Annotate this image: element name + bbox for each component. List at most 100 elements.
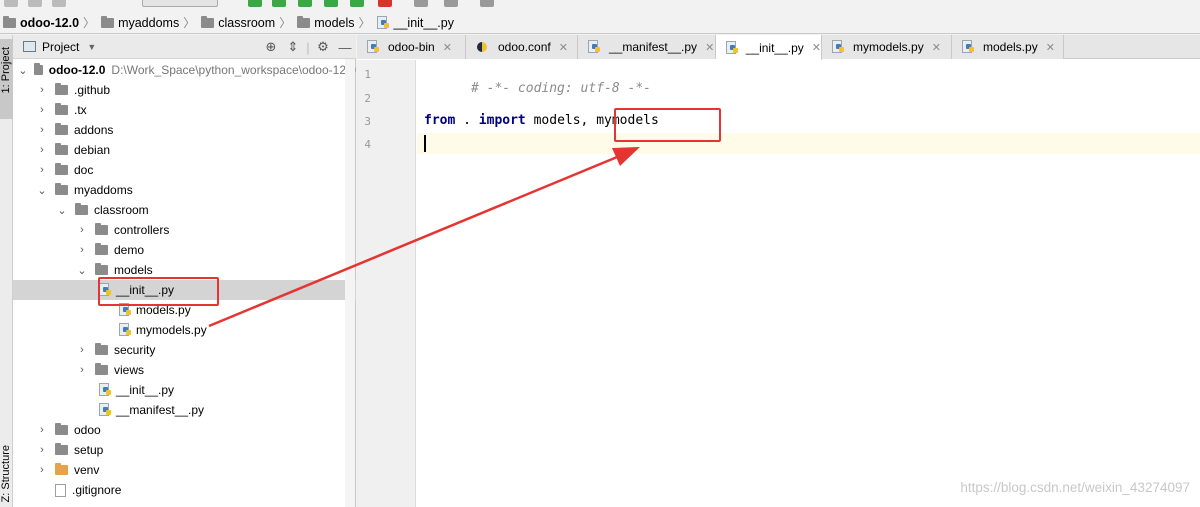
chevron-right-icon[interactable]: › <box>75 364 89 376</box>
chevron-down-icon[interactable]: ⌄ <box>75 264 89 277</box>
editor-tab-bar: odoo-bin ✕ odoo.conf ✕ __manifest__.py ✕… <box>357 35 1200 60</box>
folder-icon <box>55 83 68 95</box>
folder-icon <box>3 15 16 28</box>
toolbar-button[interactable] <box>4 0 18 7</box>
tab-odoo-conf[interactable]: odoo.conf ✕ <box>466 35 578 59</box>
chevron-right-icon[interactable]: › <box>35 124 49 136</box>
tab-init[interactable]: __init__.py ✕ <box>716 35 822 60</box>
breadcrumb: odoo-12.0 〉 myaddoms 〉 classroom 〉 model… <box>0 12 1200 34</box>
run-icon[interactable] <box>248 0 262 7</box>
build-icon[interactable] <box>414 0 428 7</box>
chevron-right-icon[interactable]: › <box>35 164 49 176</box>
folder-icon <box>33 63 43 75</box>
toolbar-button[interactable] <box>52 0 66 7</box>
tree-item[interactable]: ⌄ classroom <box>13 200 356 220</box>
collapse-all-icon[interactable]: ⇕ <box>282 39 304 55</box>
keyword-from: from <box>424 113 456 128</box>
tree-item-root[interactable]: ⌄ odoo-12.0 D:\Work_Space\python_workspa… <box>13 60 356 80</box>
tree-item[interactable]: › controllers <box>13 220 356 240</box>
debug-icon[interactable] <box>272 0 286 7</box>
close-icon[interactable]: ✕ <box>812 41 821 54</box>
tab-manifest[interactable]: __manifest__.py ✕ <box>578 35 716 59</box>
chevron-down-icon[interactable]: ⌄ <box>35 184 49 197</box>
python-file-icon <box>726 40 738 55</box>
text-caret <box>424 135 426 152</box>
tree-item[interactable]: ⌄ myaddoms <box>13 180 356 200</box>
breadcrumb-item[interactable]: classroom 〉 <box>201 14 297 31</box>
tree-item[interactable]: › .tx <box>13 100 356 120</box>
chevron-right-icon[interactable]: › <box>35 444 49 456</box>
close-icon[interactable]: ✕ <box>443 41 452 54</box>
hide-icon[interactable]: — <box>334 40 356 55</box>
search-everywhere-icon[interactable] <box>444 0 458 7</box>
tree-scrollbar[interactable] <box>345 59 355 507</box>
breadcrumb-item[interactable]: models 〉 <box>297 14 376 31</box>
tree-item[interactable]: › venv <box>13 460 356 480</box>
close-icon[interactable]: ✕ <box>559 41 568 54</box>
folder-icon <box>55 163 68 175</box>
tab-models[interactable]: models.py ✕ <box>952 35 1064 59</box>
tree-item[interactable]: › security <box>13 340 356 360</box>
tab-odoo-bin[interactable]: odoo-bin ✕ <box>357 35 466 59</box>
chevron-right-icon[interactable]: › <box>75 224 89 236</box>
breadcrumb-item[interactable]: __init__.py <box>376 15 454 30</box>
chevron-down-icon[interactable]: ⌄ <box>18 64 28 77</box>
watermark: https://blog.csdn.net/weixin_43274097 <box>960 480 1190 495</box>
stop-icon[interactable] <box>378 0 392 7</box>
line-number: 3 <box>364 115 371 128</box>
tree-item[interactable]: › doc <box>13 160 356 180</box>
vcs-icon[interactable] <box>480 0 494 7</box>
folder-icon <box>201 15 215 28</box>
structure-tool-tab[interactable]: Z: Structure <box>0 435 13 507</box>
chevron-right-icon[interactable]: › <box>35 464 49 476</box>
tab-mymodels[interactable]: mymodels.py ✕ <box>822 35 952 59</box>
python-file-icon <box>588 40 601 54</box>
tree-item[interactable]: .gitignore <box>13 480 356 500</box>
tree-item[interactable]: __init__.py <box>13 380 356 400</box>
chevron-right-icon[interactable]: › <box>35 84 49 96</box>
chevron-down-icon[interactable]: ⌄ <box>55 204 69 217</box>
breadcrumb-item[interactable]: odoo-12.0 〉 <box>3 14 101 31</box>
project-view-selector[interactable]: Project ▼ <box>23 40 96 54</box>
tree-item[interactable]: › addons <box>13 120 356 140</box>
structure-tab-label: Z: Structure <box>0 445 12 503</box>
line-number: 4 <box>364 138 371 151</box>
code-editor[interactable]: # -*- coding: utf-8 -*- from . import mo… <box>417 60 1200 507</box>
folder-icon <box>55 143 68 155</box>
tree-item[interactable]: › odoo <box>13 420 356 440</box>
tree-item[interactable]: › views <box>13 360 356 380</box>
root-path: D:\Work_Space\python_workspace\odoo-12.0 <box>111 63 356 77</box>
close-icon[interactable]: ✕ <box>1046 41 1055 54</box>
python-file-icon <box>962 40 975 54</box>
close-icon[interactable]: ✕ <box>705 41 714 54</box>
chevron-right-icon[interactable]: › <box>35 144 49 156</box>
chevron-right-icon[interactable]: › <box>35 104 49 116</box>
tree-item[interactable]: › .github <box>13 80 356 100</box>
locate-icon[interactable]: ⊕ <box>260 39 282 55</box>
tree-item[interactable]: mymodels.py <box>13 320 356 340</box>
tree-item[interactable]: › debian <box>13 140 356 160</box>
run-config-selector[interactable] <box>142 0 218 7</box>
chevron-right-icon[interactable]: › <box>35 424 49 436</box>
tree-item[interactable]: __manifest__.py <box>13 400 356 420</box>
toolbar-button[interactable] <box>28 0 42 7</box>
concurrency-icon[interactable] <box>350 0 364 7</box>
current-line-highlight <box>417 133 1200 154</box>
project-icon <box>23 41 36 52</box>
gear-icon[interactable]: ⚙ <box>312 39 334 55</box>
coverage-icon[interactable] <box>298 0 312 7</box>
relative-dot: . <box>455 113 479 128</box>
close-icon[interactable]: ✕ <box>932 41 941 54</box>
folder-icon <box>95 243 108 255</box>
profile-icon[interactable] <box>324 0 338 7</box>
project-panel-header: Project ▼ ⊕ ⇕ | ⚙ — <box>13 35 356 59</box>
breadcrumb-item[interactable]: myaddoms 〉 <box>101 14 201 31</box>
project-tool-tab[interactable]: 1: Project <box>0 39 13 119</box>
folder-icon <box>55 123 68 135</box>
chevron-right-icon[interactable]: › <box>75 244 89 256</box>
chevron-right-icon: 〉 <box>358 16 371 30</box>
tree-item[interactable]: › demo <box>13 240 356 260</box>
tree-item[interactable]: › setup <box>13 440 356 460</box>
editor-area: odoo-bin ✕ odoo.conf ✕ __manifest__.py ✕… <box>357 35 1200 507</box>
chevron-right-icon[interactable]: › <box>75 344 89 356</box>
